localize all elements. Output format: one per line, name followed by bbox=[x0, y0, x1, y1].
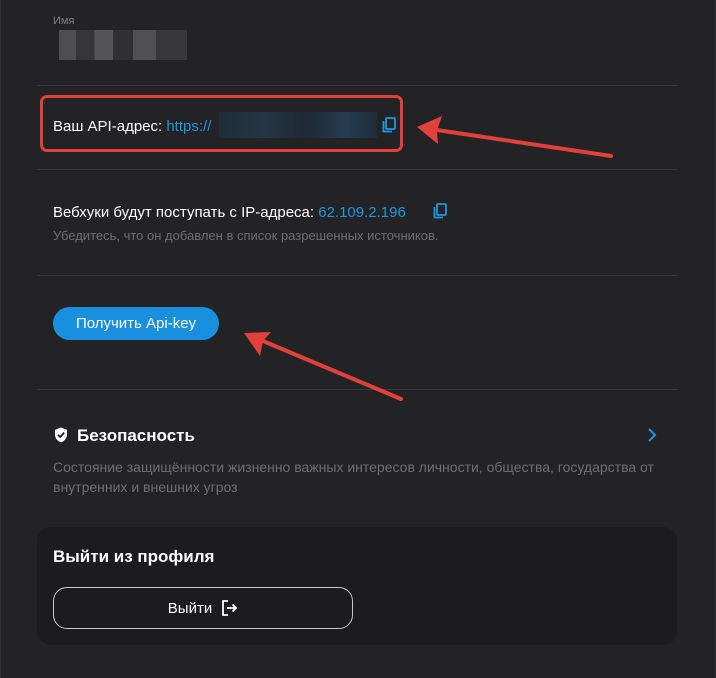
webhook-ip-row: Вебхуки будут поступать с IP-адреса: 62.… bbox=[53, 204, 406, 221]
divider bbox=[37, 275, 677, 276]
security-title[interactable]: Безопасность bbox=[77, 426, 195, 446]
name-value-redacted bbox=[45, 30, 187, 60]
copy-icon[interactable] bbox=[382, 117, 396, 133]
divider bbox=[37, 169, 677, 170]
api-address-redacted bbox=[219, 112, 377, 138]
api-address-row: Ваш API-адрес: https:// bbox=[53, 118, 211, 135]
api-address-label: Ваш API-адрес: bbox=[53, 118, 163, 135]
webhook-ip-hint: Убедитесь, что он добавлен в список разр… bbox=[53, 228, 439, 243]
logout-button[interactable]: Выйти bbox=[53, 587, 353, 629]
chevron-right-icon[interactable] bbox=[646, 427, 658, 443]
logout-title: Выйти из профиля bbox=[53, 547, 215, 566]
profile-panel: Имя Ваш API-адрес: https:// Вебхуки буду… bbox=[0, 0, 716, 678]
divider bbox=[37, 389, 677, 390]
webhook-ip-label: Вебхуки будут поступать с IP-адреса: bbox=[53, 204, 315, 221]
annotation-arrow-api bbox=[417, 116, 613, 158]
shield-icon bbox=[55, 427, 67, 443]
api-address-link[interactable]: https:// bbox=[166, 118, 211, 135]
security-description: Состояние защищённости жизненно важных и… bbox=[53, 459, 654, 495]
webhook-ip-value[interactable]: 62.109.2.196 bbox=[318, 204, 406, 221]
divider bbox=[37, 85, 677, 86]
logout-icon bbox=[222, 600, 238, 616]
name-label: Имя bbox=[53, 15, 75, 27]
get-api-key-button[interactable]: Получить Api-key bbox=[53, 307, 219, 340]
copy-icon[interactable] bbox=[433, 203, 447, 219]
logout-button-label: Выйти bbox=[167, 599, 213, 617]
